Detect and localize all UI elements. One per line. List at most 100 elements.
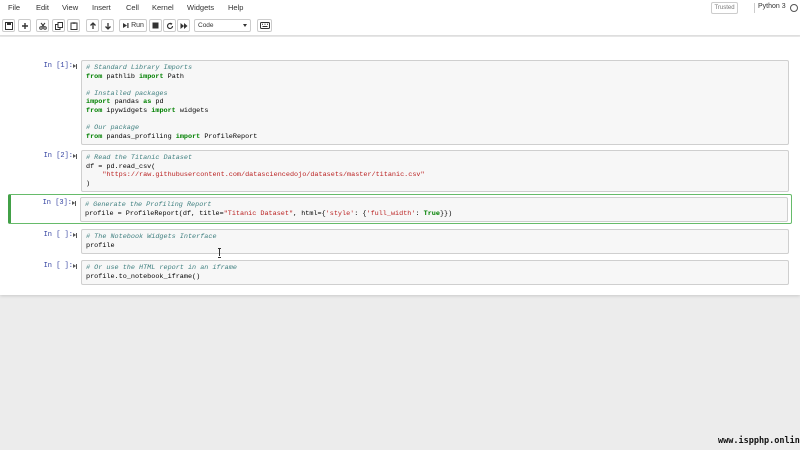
kernel-idle-icon bbox=[790, 4, 798, 12]
code-line: df = pd.read_csv( bbox=[86, 163, 784, 172]
command-palette-button[interactable] bbox=[257, 19, 272, 32]
menu-insert[interactable]: Insert bbox=[92, 3, 111, 12]
menu-widgets[interactable]: Widgets bbox=[187, 3, 214, 12]
cell-prompt: In [2]: bbox=[43, 152, 73, 160]
code-token: from bbox=[86, 106, 103, 115]
interrupt-button[interactable] bbox=[149, 19, 162, 32]
code-line: "https://raw.githubusercontent.com/datas… bbox=[86, 171, 784, 180]
code-token: pandas_profiling bbox=[102, 132, 176, 141]
code-token: "Titanic Dataset" bbox=[223, 209, 294, 218]
menu-view[interactable]: View bbox=[62, 3, 78, 12]
code-line: # Generate the Profiling Report bbox=[85, 201, 783, 210]
code-line: # Or use the HTML report in an iframe bbox=[86, 264, 784, 273]
code-token: # Installed packages bbox=[86, 89, 168, 98]
keyboard-icon bbox=[259, 22, 270, 29]
code-token: from bbox=[86, 132, 103, 141]
code-line: from pathlib import Path bbox=[86, 73, 784, 82]
code-line: profile bbox=[86, 242, 784, 251]
code-input[interactable]: # Or use the HTML report in an iframe pro… bbox=[81, 260, 789, 286]
cell-type-select[interactable]: Code bbox=[194, 19, 251, 32]
code-token: 'style' bbox=[325, 209, 355, 218]
restart-button[interactable] bbox=[163, 19, 176, 32]
code-token: import bbox=[139, 72, 164, 81]
code-cell[interactable]: In [ ]: # Or use the HTML report in an i… bbox=[8, 257, 792, 286]
menu-cell[interactable]: Cell bbox=[126, 3, 139, 12]
code-token: ProfileReport bbox=[200, 132, 258, 141]
code-line: # Installed packages bbox=[86, 90, 784, 99]
cell-prompt: In [3]: bbox=[42, 199, 72, 207]
run-cell-icon[interactable] bbox=[73, 232, 77, 238]
notebook-container: In [1]: # Standard Library Imports from p… bbox=[0, 37, 800, 295]
code-token: pathlib bbox=[102, 72, 140, 81]
arrow-down-icon bbox=[104, 22, 111, 30]
run-cell-icon[interactable] bbox=[73, 263, 77, 269]
run-cell-icon[interactable] bbox=[73, 63, 77, 69]
run-cell-icon[interactable] bbox=[72, 200, 76, 206]
code-cell[interactable]: In [2]: # Read the Titanic Dataset df = p… bbox=[8, 147, 792, 193]
code-cell-selected[interactable]: In [3]: # Generate the Profiling Report p… bbox=[8, 194, 792, 224]
chevron-down-icon bbox=[243, 24, 247, 27]
code-line: import pandas as pd bbox=[86, 98, 784, 107]
code-line: # Our package bbox=[86, 124, 784, 133]
kernel-separator bbox=[754, 3, 755, 13]
paste-button[interactable] bbox=[67, 19, 80, 32]
code-token: import bbox=[151, 106, 176, 115]
menu-help[interactable]: Help bbox=[228, 3, 243, 12]
code-token: df = pd.read_csv( bbox=[86, 162, 156, 171]
cell-type-value: Code bbox=[198, 22, 214, 29]
code-line: # Standard Library Imports bbox=[86, 64, 784, 73]
paste-icon bbox=[70, 21, 77, 30]
code-cell[interactable]: In [1]: # Standard Library Imports from p… bbox=[8, 57, 792, 146]
cell-prompt: In [ ]: bbox=[43, 231, 73, 239]
code-token: # Generate the Profiling Report bbox=[85, 201, 212, 209]
copy-button[interactable] bbox=[52, 19, 65, 32]
insert-cell-button[interactable] bbox=[18, 19, 31, 32]
code-token: pandas bbox=[110, 98, 144, 107]
code-input[interactable]: # Generate the Profiling Report profile =… bbox=[80, 197, 788, 223]
code-line: from pandas_profiling import ProfileRepo… bbox=[86, 133, 784, 142]
restart-icon bbox=[166, 22, 173, 29]
run-button[interactable]: Run bbox=[119, 19, 147, 32]
run-cell-icon[interactable] bbox=[73, 153, 77, 159]
code-line: profile.to_notebook_iframe() bbox=[86, 273, 784, 282]
code-token: # Our package bbox=[86, 124, 140, 133]
code-token: True bbox=[423, 209, 440, 218]
move-up-button[interactable] bbox=[86, 19, 99, 32]
menubar: File Edit View Insert Cell Kernel Widget… bbox=[0, 0, 800, 16]
code-token: # The Notebook Widgets Interface bbox=[86, 233, 217, 241]
save-button[interactable] bbox=[2, 19, 15, 32]
run-label: Run bbox=[131, 22, 144, 29]
code-token: Path bbox=[163, 72, 184, 81]
code-token: profile.to_notebook_iframe() bbox=[86, 272, 201, 281]
arrow-up-icon bbox=[89, 21, 96, 29]
step-forward-icon bbox=[123, 23, 129, 28]
stop-icon bbox=[152, 22, 159, 29]
trusted-indicator[interactable]: Trusted bbox=[711, 2, 738, 14]
code-token: "https://raw.githubusercontent.com/datas… bbox=[102, 171, 425, 180]
plus-icon bbox=[21, 22, 28, 29]
code-input[interactable]: # The Notebook Widgets Interface profile bbox=[81, 229, 789, 255]
copy-icon bbox=[54, 21, 63, 30]
code-input[interactable]: # Standard Library Imports from pathlib i… bbox=[81, 60, 789, 146]
code-token: profile bbox=[86, 241, 115, 250]
code-token: 'full_width' bbox=[366, 209, 416, 218]
code-token: from bbox=[86, 72, 103, 81]
restart-run-all-button[interactable] bbox=[177, 19, 190, 32]
move-down-button[interactable] bbox=[101, 19, 114, 32]
mouse-cursor-icon bbox=[218, 248, 221, 258]
cut-button[interactable] bbox=[36, 19, 49, 32]
code-cell[interactable]: In [ ]: # The Notebook Widgets Interface… bbox=[8, 226, 792, 255]
code-line: from ipywidgets import widgets bbox=[86, 107, 784, 116]
toolbar: Run Code bbox=[0, 16, 800, 36]
menu-file[interactable]: File bbox=[8, 3, 20, 12]
menu-kernel[interactable]: Kernel bbox=[152, 3, 174, 12]
code-token: pd bbox=[151, 98, 164, 107]
code-token: profile = ProfileReport(df, title= bbox=[85, 209, 224, 218]
code-token: import bbox=[86, 98, 111, 107]
menu-edit[interactable]: Edit bbox=[36, 3, 49, 12]
code-line: profile = ProfileReport(df, title="Titan… bbox=[85, 210, 783, 219]
code-input[interactable]: # Read the Titanic Dataset df = pd.read_c… bbox=[81, 150, 789, 193]
code-token: # Or use the HTML report in an iframe bbox=[86, 264, 237, 272]
